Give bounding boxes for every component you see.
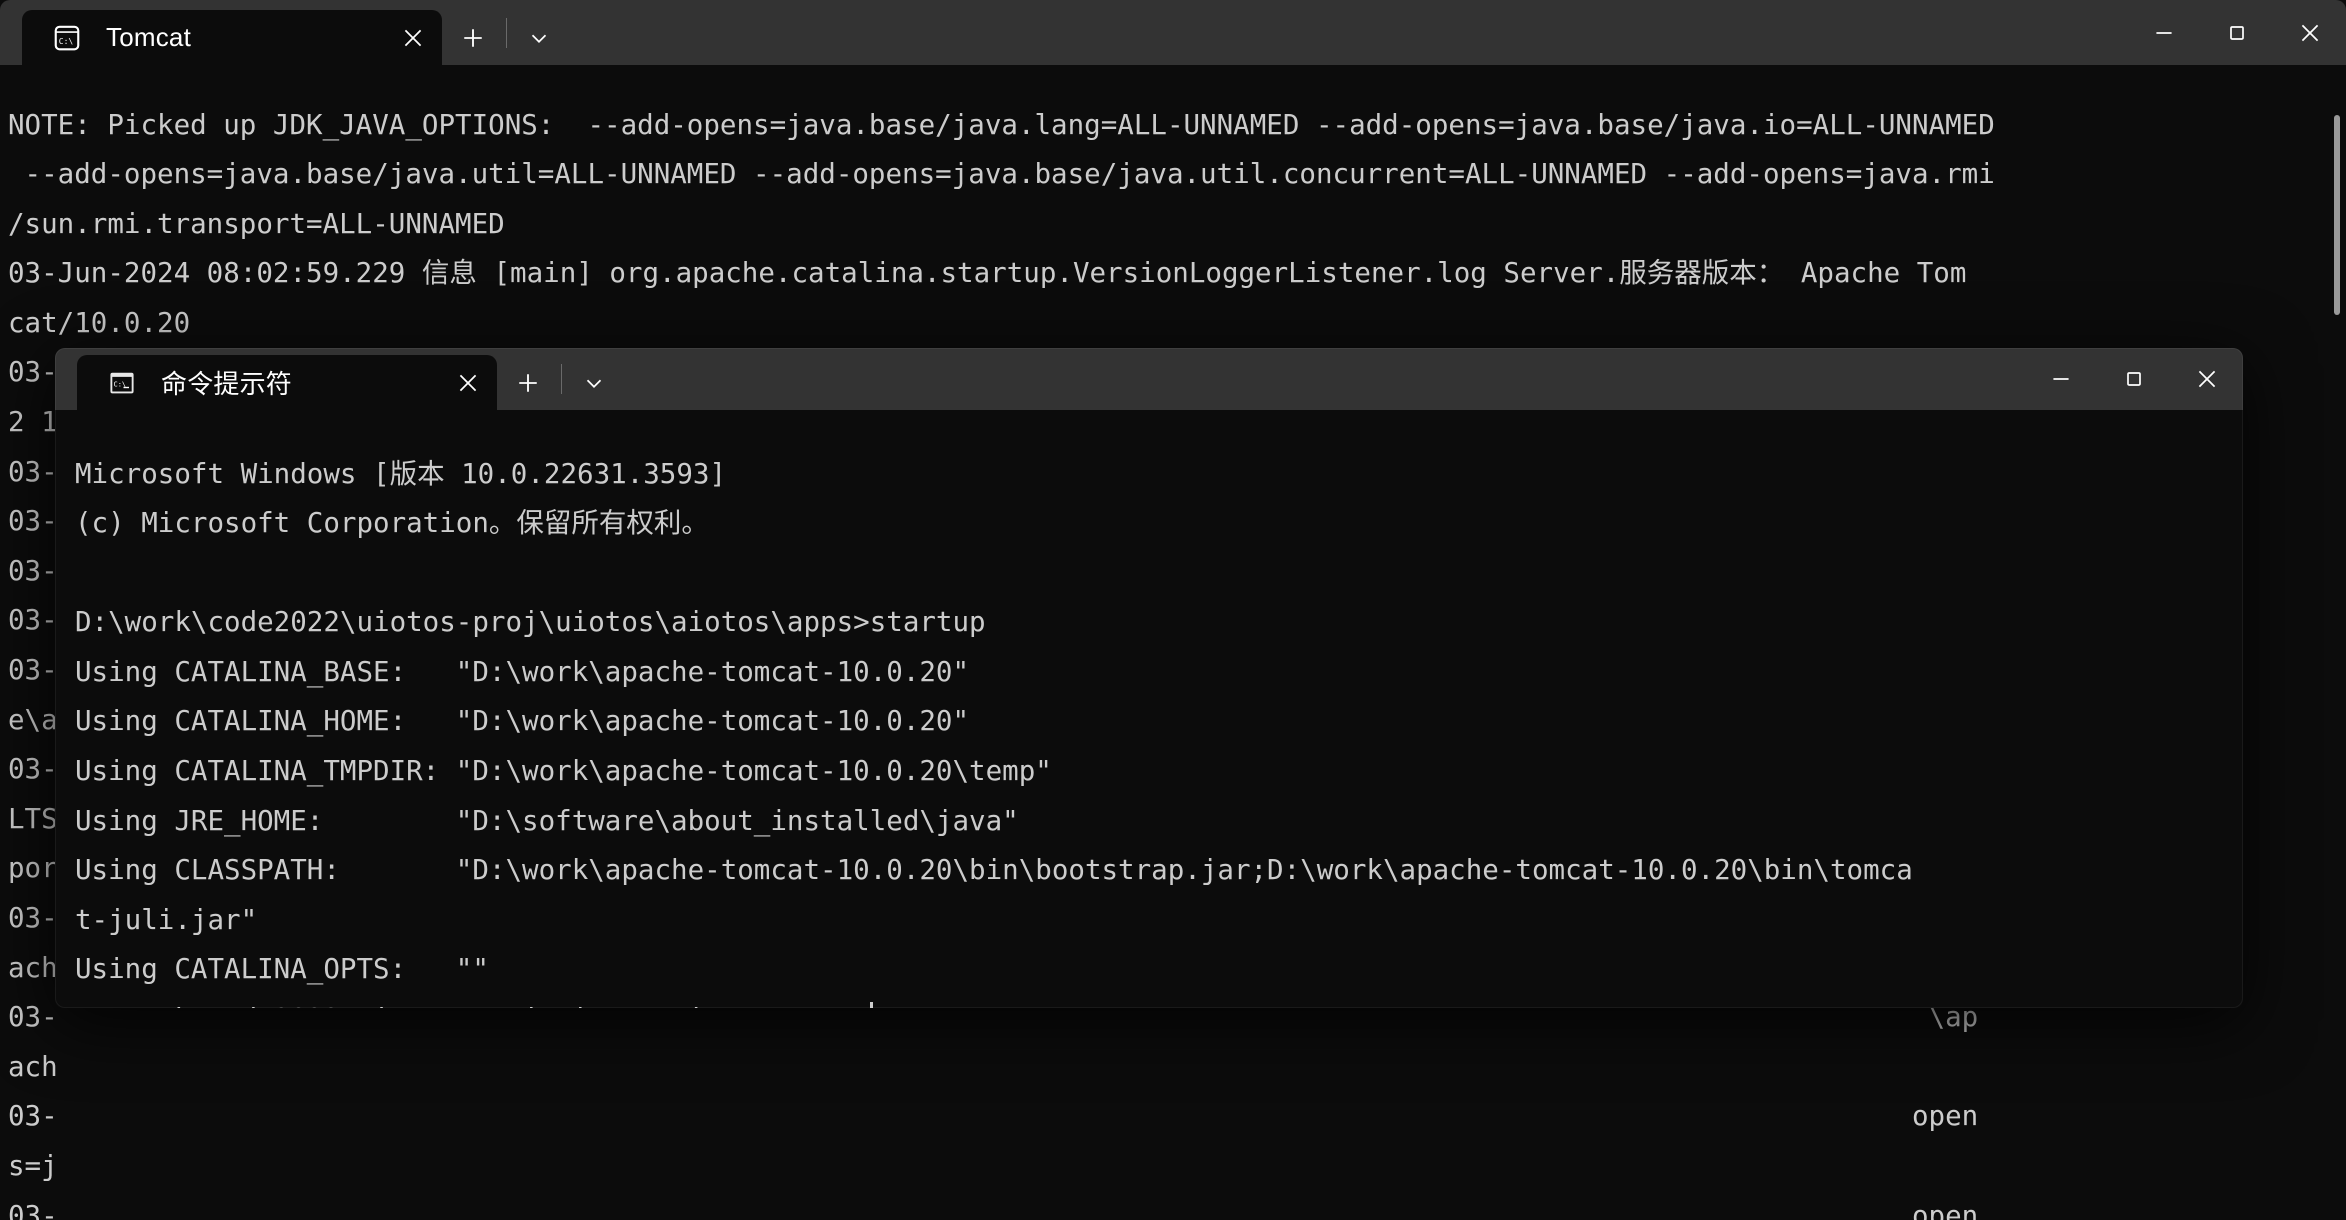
titlebar-drag-region[interactable] [624, 355, 2243, 410]
command-prompt-text: Microsoft Windows [版本 10.0.22631.3593] (… [75, 450, 1913, 1008]
tab-close-icon[interactable] [384, 10, 442, 65]
tab-title-command-prompt: 命令提示符 [161, 369, 293, 399]
chevron-down-icon[interactable] [509, 10, 569, 65]
maximize-button[interactable] [2097, 348, 2170, 410]
cmd-log-body: Microsoft Windows [版本 10.0.22631.3593] (… [75, 457, 1913, 986]
text-cursor [869, 1002, 873, 1008]
close-button[interactable] [2273, 0, 2346, 65]
new-tab-button[interactable] [442, 10, 504, 65]
minimize-button[interactable] [2024, 348, 2097, 410]
svg-text:C:\: C:\ [59, 36, 74, 45]
tab-tomcat[interactable]: C:\ Tomcat [22, 10, 442, 65]
tab-title-tomcat: Tomcat [106, 22, 192, 52]
console-cmd-icon: C:\ [105, 366, 139, 400]
minimize-button[interactable] [2127, 0, 2200, 65]
titlebar-drag-region[interactable] [569, 10, 2346, 65]
outer-scrollbar-thumb[interactable] [2334, 115, 2340, 315]
inner-window-controls [2024, 348, 2243, 410]
cmd-prompt-line: D:\work\code2022\uiotos-proj\uiotos\aiot… [75, 1003, 870, 1008]
tab-command-prompt[interactable]: C:\ 命令提示符 [77, 355, 497, 410]
terminal-window-command-prompt: C:\ 命令提示符 Microsoft Windows [版本 10.0.226… [55, 348, 2243, 1008]
new-tab-button[interactable] [497, 355, 559, 410]
outer-window-controls [2127, 0, 2346, 65]
tab-close-icon[interactable] [439, 355, 497, 410]
close-button[interactable] [2170, 348, 2243, 410]
maximize-button[interactable] [2200, 0, 2273, 65]
toolbar-divider [561, 364, 562, 394]
outer-titlebar[interactable]: C:\ Tomcat [0, 0, 2346, 65]
chevron-down-icon[interactable] [564, 355, 624, 410]
toolbar-divider [506, 17, 507, 48]
console-cmd-icon: C:\ [50, 21, 84, 55]
command-prompt-output[interactable]: Microsoft Windows [版本 10.0.22631.3593] (… [55, 410, 2243, 1008]
outer-scrollbar[interactable] [2334, 115, 2342, 1205]
inner-titlebar[interactable]: C:\ 命令提示符 [55, 348, 2243, 410]
